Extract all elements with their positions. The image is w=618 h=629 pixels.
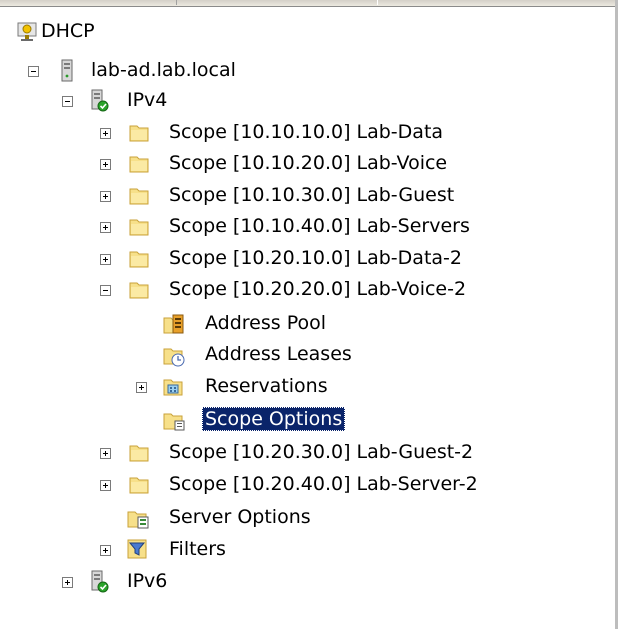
tree-label: IPv6 <box>127 570 168 592</box>
ipv4-icon <box>88 89 110 112</box>
folder-icon <box>128 441 150 463</box>
tree-label: Address Pool <box>205 312 327 334</box>
expand-icon[interactable] <box>100 254 111 265</box>
expand-icon[interactable] <box>100 480 111 491</box>
tree-label: Filters <box>169 538 226 560</box>
folder-icon <box>128 278 150 300</box>
folder-icon <box>128 184 150 206</box>
tree-label: Address Leases <box>205 343 352 365</box>
tree-label: Scope [10.10.20.0] Lab-Voice <box>169 152 448 174</box>
expand-icon[interactable] <box>100 448 111 459</box>
tree-label: Server Options <box>169 506 311 528</box>
tree-label: Scope [10.10.10.0] Lab-Data <box>169 121 444 143</box>
folder-icon <box>128 473 150 495</box>
tree-label: Scope [10.10.40.0] Lab-Servers <box>169 215 470 237</box>
expand-icon[interactable] <box>100 545 111 556</box>
scope-options-icon <box>162 408 185 431</box>
tree-label: Scope [10.10.30.0] Lab-Guest <box>169 184 455 206</box>
reservations-icon <box>162 375 184 397</box>
folder-icon <box>128 152 150 174</box>
tree-label: Scope [10.20.40.0] Lab-Server-2 <box>169 473 478 495</box>
tree-label: Reservations <box>205 375 328 397</box>
expand-icon[interactable] <box>100 191 111 202</box>
server-options-icon <box>126 506 149 529</box>
filter-icon <box>126 538 148 560</box>
collapse-icon[interactable] <box>100 285 111 296</box>
collapse-icon[interactable] <box>62 96 73 107</box>
tree-label: IPv4 <box>127 89 168 111</box>
ipv6-icon <box>88 570 110 593</box>
tree-label: Scope [10.20.10.0] Lab-Data-2 <box>169 247 462 269</box>
tree-label: lab-ad.lab.local <box>91 59 236 81</box>
tree-label: Scope [10.20.20.0] Lab-Voice-2 <box>169 278 467 300</box>
expand-icon[interactable] <box>100 128 111 139</box>
tree-label: Scope [10.20.30.0] Lab-Guest-2 <box>169 441 474 463</box>
folder-icon <box>128 247 150 269</box>
dhcp-icon <box>16 21 38 43</box>
folder-icon <box>128 215 150 237</box>
expand-icon[interactable] <box>136 382 147 393</box>
tree-label-selected: Scope Options <box>202 407 346 431</box>
tree-label: DHCP <box>41 20 95 42</box>
server-icon <box>56 59 78 82</box>
collapse-icon[interactable] <box>28 66 39 77</box>
expand-icon[interactable] <box>62 577 73 588</box>
expand-icon[interactable] <box>100 159 111 170</box>
folder-icon <box>128 121 150 143</box>
dhcp-tree: DHCP lab-ad.lab.local IPv4 Scope [10.10.… <box>0 0 614 629</box>
address-pool-icon <box>162 312 184 334</box>
expand-icon[interactable] <box>100 222 111 233</box>
address-leases-icon <box>162 343 185 367</box>
